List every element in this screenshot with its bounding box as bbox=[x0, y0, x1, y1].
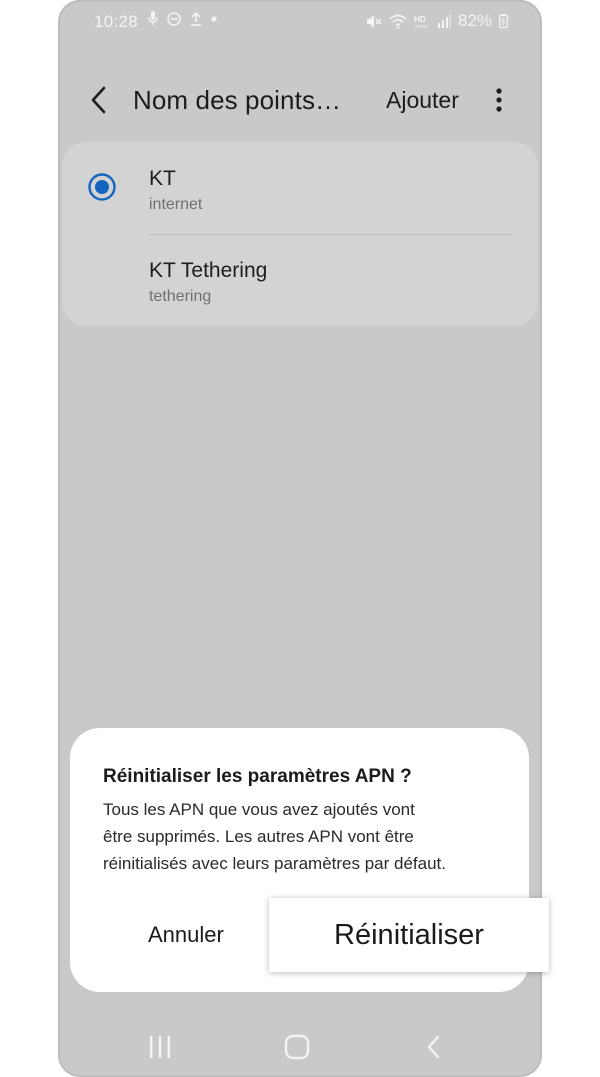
back-button[interactable] bbox=[84, 82, 114, 118]
mute-icon bbox=[366, 14, 382, 29]
apn-item-kt-tethering[interactable]: KT Tethering tethering bbox=[62, 236, 538, 326]
reset-button[interactable]: Réinitialiser bbox=[269, 898, 549, 972]
app-bar: Nom des points… Ajouter bbox=[58, 72, 542, 130]
battery-percent: 82% bbox=[457, 11, 492, 30]
radio-selected-icon[interactable] bbox=[88, 173, 116, 201]
recent-apps-icon[interactable] bbox=[148, 1034, 172, 1060]
list-divider bbox=[149, 234, 511, 235]
mic-icon bbox=[148, 11, 158, 26]
more-options-button[interactable] bbox=[488, 84, 510, 116]
more-vert-icon bbox=[496, 88, 502, 112]
dialog-title: Réinitialiser les paramètres APN ? bbox=[103, 766, 412, 787]
nav-back-icon[interactable] bbox=[424, 1034, 444, 1060]
upload-icon bbox=[190, 11, 202, 26]
add-button[interactable]: Ajouter bbox=[386, 87, 459, 114]
home-icon[interactable] bbox=[284, 1034, 310, 1060]
apn-list: KT internet KT Tethering tethering bbox=[62, 142, 538, 326]
signal-icon bbox=[437, 14, 451, 28]
wifi-icon bbox=[389, 14, 407, 29]
cancel-button[interactable]: Annuler bbox=[148, 922, 224, 948]
dot-icon bbox=[211, 15, 217, 22]
apn-name: KT bbox=[149, 167, 176, 190]
status-right-icons: HD VOICE 82% bbox=[366, 11, 508, 31]
page-title: Nom des points… bbox=[133, 85, 342, 115]
battery-icon bbox=[499, 14, 508, 28]
chevron-left-icon bbox=[91, 86, 106, 114]
apn-type: tethering bbox=[149, 288, 212, 305]
dialog-message-line: être supprimés. Les autres APN vont être bbox=[103, 827, 414, 846]
dialog-message-line: réinitialisés avec leurs paramètres par … bbox=[103, 854, 446, 873]
dialog-message: Tous les APN que vous avez ajoutés vont … bbox=[103, 796, 513, 877]
svg-text:VOICE: VOICE bbox=[414, 24, 428, 29]
apn-name: KT Tethering bbox=[149, 259, 268, 282]
status-time: 10:28 bbox=[94, 12, 139, 31]
navigation-bar bbox=[58, 1022, 542, 1074]
svg-text:HD: HD bbox=[414, 15, 426, 24]
status-bar: 10:28 HD VOICE 82% bbox=[58, 0, 542, 42]
status-left-icons bbox=[148, 11, 217, 26]
hd-voice-icon: HD VOICE bbox=[414, 14, 430, 29]
apn-type: internet bbox=[149, 196, 203, 213]
dialog-message-line: Tous les APN que vous avez ajoutés vont bbox=[103, 800, 415, 819]
dnd-icon bbox=[167, 11, 181, 26]
apn-item-kt[interactable]: KT internet bbox=[62, 142, 538, 232]
